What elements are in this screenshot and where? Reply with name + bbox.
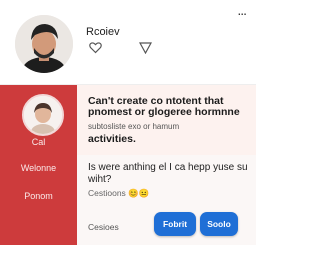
primary-button[interactable]: Fobrit bbox=[154, 212, 196, 236]
secondary-button[interactable]: Soolo bbox=[200, 212, 238, 236]
sidebar-item-cal[interactable]: Cal bbox=[0, 137, 77, 147]
share-icon[interactable] bbox=[138, 42, 153, 55]
assistant-avatar[interactable] bbox=[22, 94, 64, 136]
footer-label: Cesioes bbox=[88, 222, 119, 232]
heart-icon[interactable] bbox=[89, 42, 102, 54]
follow-up-question: Is were anthing el I ca hepp yuse su wih… bbox=[88, 162, 248, 185]
bottom-strip bbox=[0, 245, 256, 256]
sidebar-item-ponom[interactable]: Ponom bbox=[0, 191, 77, 201]
profile-name: Rcoiev bbox=[86, 26, 120, 38]
profile-avatar[interactable] bbox=[15, 15, 73, 73]
message-meta: Cestioons 😊😐 bbox=[88, 188, 150, 198]
response-subtitle: subtosliste exo or hamum bbox=[88, 122, 180, 131]
response-title: Can't create co ntotent that pnomest or … bbox=[88, 95, 240, 118]
response-title-line-3: activities. bbox=[88, 133, 136, 145]
more-icon[interactable]: ... bbox=[237, 3, 247, 17]
sidebar-item-welonne[interactable]: Welonne bbox=[0, 163, 77, 173]
